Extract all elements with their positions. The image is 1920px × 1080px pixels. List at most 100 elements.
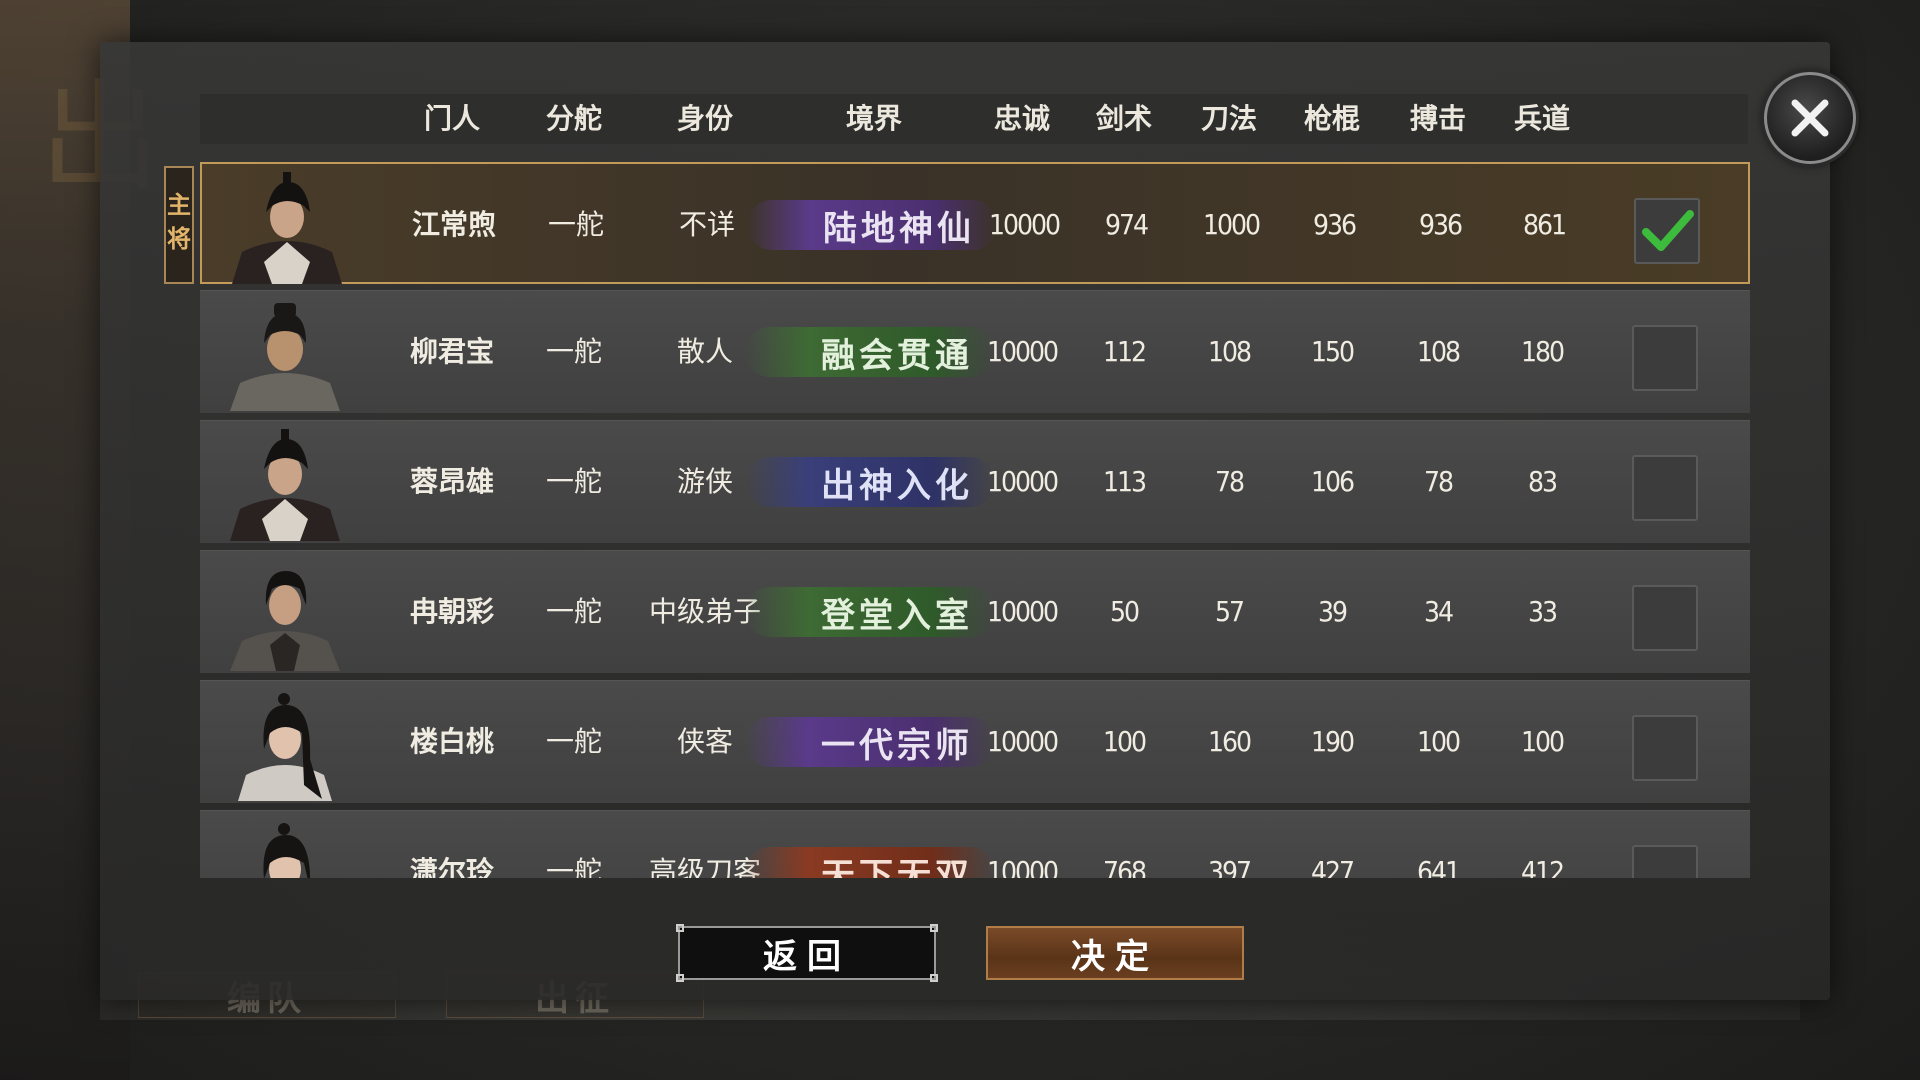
avatar (238, 693, 332, 801)
blade-value: 78 (1214, 465, 1245, 498)
identity: 侠客 (676, 725, 734, 758)
disciple-name: 蓉昂雄 (409, 465, 495, 498)
branch: 一舵 (545, 855, 603, 878)
select-checkbox[interactable] (1632, 845, 1698, 878)
confirm-button[interactable]: 决定 (986, 926, 1244, 980)
realm-badge: 登堂入室 (745, 587, 995, 637)
table-row[interactable]: 潇尔玲 一舵 高级刀客 天下无双 10000 768 397 427 641 4… (200, 810, 1750, 878)
header-disciple: 门人 (423, 102, 481, 135)
confirm-button-label: 决定 (1071, 936, 1159, 977)
loyalty-value: 10000 (986, 595, 1059, 628)
table-row[interactable]: 楼白桃 一舵 侠客 一代宗师 10000 100 160 190 100 100 (200, 680, 1750, 803)
header-blade: 刀法 (1200, 102, 1258, 135)
avatar (232, 172, 342, 284)
sword-value: 112 (1102, 335, 1147, 368)
select-checkbox[interactable] (1632, 585, 1698, 651)
spear-value: 150 (1310, 335, 1355, 368)
header-identity: 身份 (676, 102, 734, 135)
realm-badge: 出神入化 (745, 457, 995, 507)
realm-badge: 一代宗师 (745, 717, 995, 767)
branch: 一舵 (547, 208, 605, 241)
realm-badge: 陆地神仙 (747, 200, 997, 250)
disciple-name: 楼白桃 (409, 725, 495, 758)
avatar (230, 429, 340, 541)
loyalty-value: 10000 (988, 208, 1061, 241)
spear-value: 936 (1312, 208, 1357, 241)
sword-value: 50 (1109, 595, 1140, 628)
blade-value: 108 (1207, 335, 1252, 368)
header-tactics: 兵道 (1513, 102, 1571, 135)
header-loyalty: 忠诚 (993, 102, 1051, 135)
identity: 游侠 (676, 465, 734, 498)
boxing-value: 100 (1416, 725, 1461, 758)
disciple-list[interactable]: 江常煦 一舵 不详 陆地神仙 10000 974 1000 936 936 86… (200, 160, 1750, 878)
tactics-value: 180 (1520, 335, 1565, 368)
spear-value: 106 (1310, 465, 1355, 498)
header-spear: 枪棍 (1303, 102, 1361, 135)
spear-value: 190 (1310, 725, 1355, 758)
identity: 不详 (678, 208, 736, 241)
boxing-value: 34 (1423, 595, 1454, 628)
select-checkbox[interactable] (1634, 198, 1700, 264)
sword-value: 768 (1102, 855, 1147, 878)
avatar (230, 303, 340, 411)
disciple-name: 冉朝彩 (409, 595, 495, 628)
corner-ornament (676, 974, 684, 982)
select-checkbox[interactable] (1632, 715, 1698, 781)
realm-badge: 天下无双 (745, 847, 995, 878)
table-row[interactable]: 柳君宝 一舵 散人 融会贯通 10000 112 108 150 108 180 (200, 290, 1750, 413)
boxing-value: 936 (1418, 208, 1463, 241)
close-button[interactable] (1764, 72, 1856, 164)
loyalty-value: 10000 (986, 725, 1059, 758)
header-boxing: 搏击 (1409, 102, 1467, 135)
select-checkbox[interactable] (1632, 455, 1698, 521)
disciple-name: 江常煦 (411, 208, 497, 241)
blade-value: 397 (1207, 855, 1252, 878)
blade-value: 160 (1207, 725, 1252, 758)
corner-ornament (930, 974, 938, 982)
identity: 散人 (676, 335, 734, 368)
spear-value: 39 (1317, 595, 1348, 628)
tactics-value: 100 (1520, 725, 1565, 758)
main-general-tag: 主将 (164, 166, 194, 284)
boxing-value: 78 (1423, 465, 1454, 498)
tactics-value: 83 (1527, 465, 1558, 498)
branch: 一舵 (545, 335, 603, 368)
loyalty-value: 10000 (986, 855, 1059, 878)
branch: 一舵 (545, 725, 603, 758)
realm-badge: 融会贯通 (745, 327, 995, 377)
sword-value: 974 (1104, 208, 1149, 241)
sword-value: 100 (1102, 725, 1147, 758)
disciple-name: 潇尔玲 (409, 855, 495, 878)
avatar (230, 571, 340, 671)
disciple-name: 柳君宝 (409, 335, 495, 368)
branch: 一舵 (545, 595, 603, 628)
tactics-value: 412 (1520, 855, 1565, 878)
boxing-value: 108 (1416, 335, 1461, 368)
header-branch: 分舵 (545, 102, 603, 135)
table-row[interactable]: 蓉昂雄 一舵 游侠 出神入化 10000 113 78 106 78 83 (200, 420, 1750, 543)
header-realm: 境界 (845, 102, 903, 135)
spear-value: 427 (1310, 855, 1355, 878)
checkmark-icon (1642, 210, 1694, 251)
table-row[interactable]: 江常煦 一舵 不详 陆地神仙 10000 974 1000 936 936 86… (200, 162, 1750, 284)
sword-value: 113 (1102, 465, 1147, 498)
header-sword: 剑术 (1095, 102, 1153, 135)
loyalty-value: 10000 (986, 465, 1059, 498)
branch: 一舵 (545, 465, 603, 498)
corner-ornament (676, 924, 684, 932)
blade-value: 1000 (1202, 208, 1261, 241)
back-button-label: 返回 (763, 936, 851, 977)
select-checkbox[interactable] (1632, 325, 1698, 391)
loyalty-value: 10000 (986, 335, 1059, 368)
boxing-value: 641 (1416, 855, 1461, 878)
blade-value: 57 (1214, 595, 1245, 628)
close-icon (1791, 99, 1829, 137)
tactics-value: 33 (1527, 595, 1558, 628)
corner-ornament (930, 924, 938, 932)
table-row[interactable]: 冉朝彩 一舵 中级弟子 登堂入室 10000 50 57 39 34 33 (200, 550, 1750, 673)
avatar (263, 823, 311, 878)
tactics-value: 861 (1522, 208, 1567, 241)
table-header: 门人 分舵 身份 境界 忠诚 剑术 刀法 枪棍 搏击 兵道 (200, 94, 1748, 144)
back-button[interactable]: 返回 (676, 924, 938, 982)
